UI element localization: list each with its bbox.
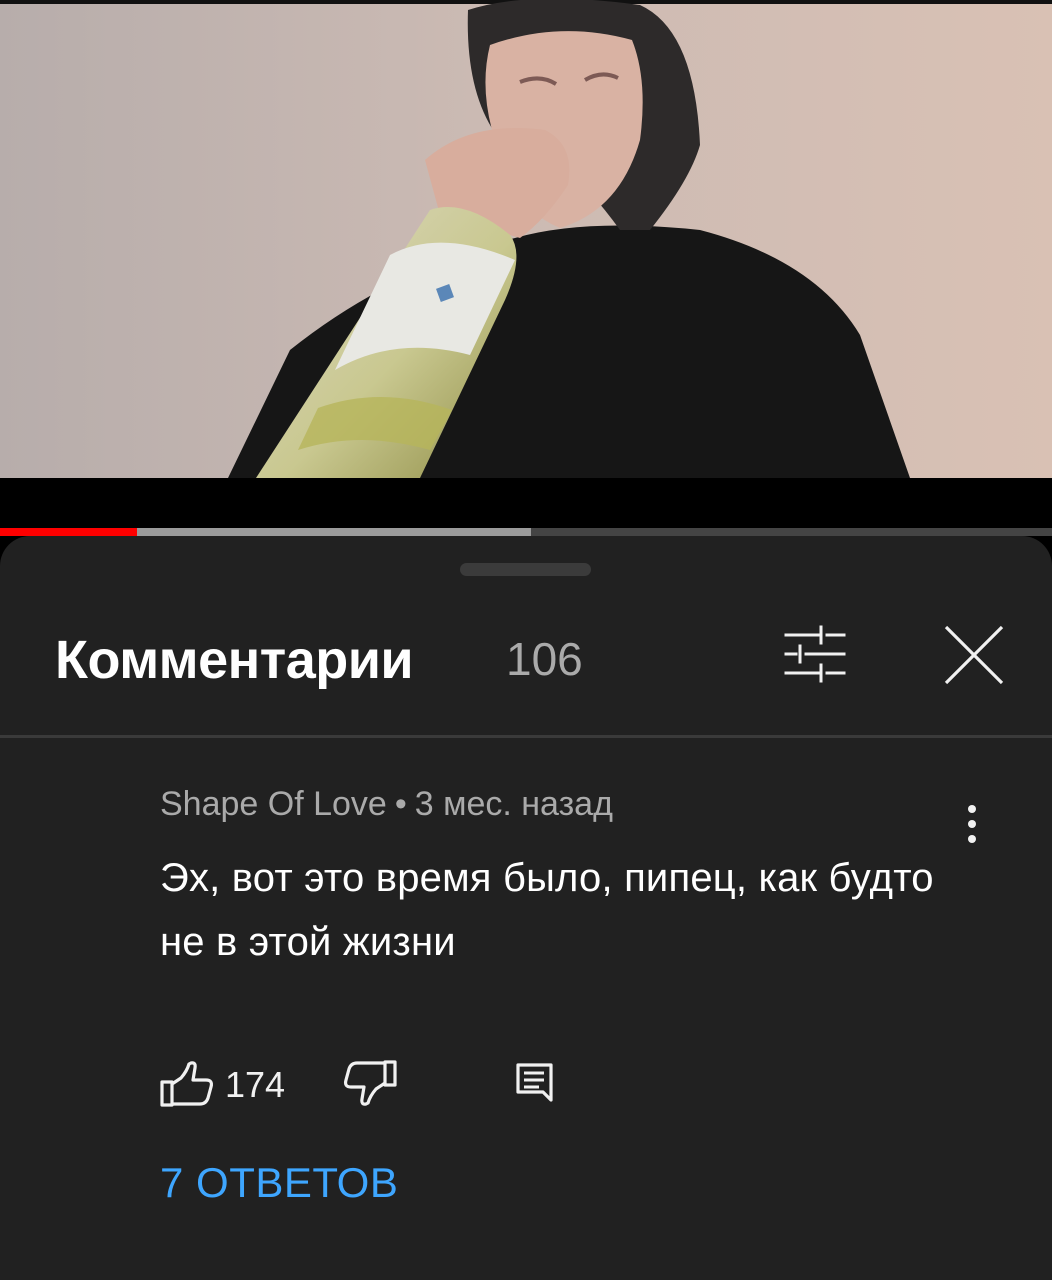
comments-header: Комментарии 106 xyxy=(0,614,1052,736)
comment-card: Shape Of Love • 3 мес. назад Эх, вот это в… xyxy=(0,776,1052,1216)
comments-count: 106 xyxy=(506,633,583,685)
view-replies-link[interactable]: 7 ОТВЕТОВ xyxy=(160,1162,398,1204)
sort-filter-button[interactable] xyxy=(776,618,854,690)
comment-time: 3 мес. назад xyxy=(414,785,613,823)
comment-author[interactable]: Shape Of Love xyxy=(160,785,387,823)
comments-title: Комментарии xyxy=(55,630,414,690)
reply-icon xyxy=(516,1063,553,1102)
header-divider xyxy=(0,735,1052,738)
metadata-separator: • xyxy=(394,785,407,823)
dislike-button[interactable] xyxy=(343,1058,399,1106)
played-progress xyxy=(0,528,137,536)
close-icon xyxy=(944,625,1004,685)
video-frame[interactable] xyxy=(0,0,1052,478)
comment-metadata: Shape Of Love • 3 мес. назад xyxy=(160,787,613,821)
like-button[interactable] xyxy=(158,1060,214,1108)
comment-actions: 174 xyxy=(0,1054,1052,1118)
drag-handle[interactable] xyxy=(460,563,591,576)
tune-icon xyxy=(784,625,846,683)
comments-panel: Комментарии 106 Shape Of Love • 3 мес. н… xyxy=(0,536,1052,1280)
thumb-up-icon xyxy=(160,1061,214,1107)
thumb-down-icon xyxy=(343,1060,397,1106)
comment-text: Эх, вот это время было, пипец, как будто… xyxy=(160,856,934,964)
close-comments-button[interactable] xyxy=(933,614,1015,696)
like-count: 174 xyxy=(225,1064,286,1105)
reply-button[interactable] xyxy=(510,1059,560,1109)
video-progress-bar[interactable] xyxy=(0,528,1052,536)
comment-menu-button[interactable] xyxy=(955,800,989,848)
video-still-image xyxy=(0,0,1052,478)
video-player[interactable] xyxy=(0,0,1052,536)
more-vert-icon xyxy=(968,805,976,843)
